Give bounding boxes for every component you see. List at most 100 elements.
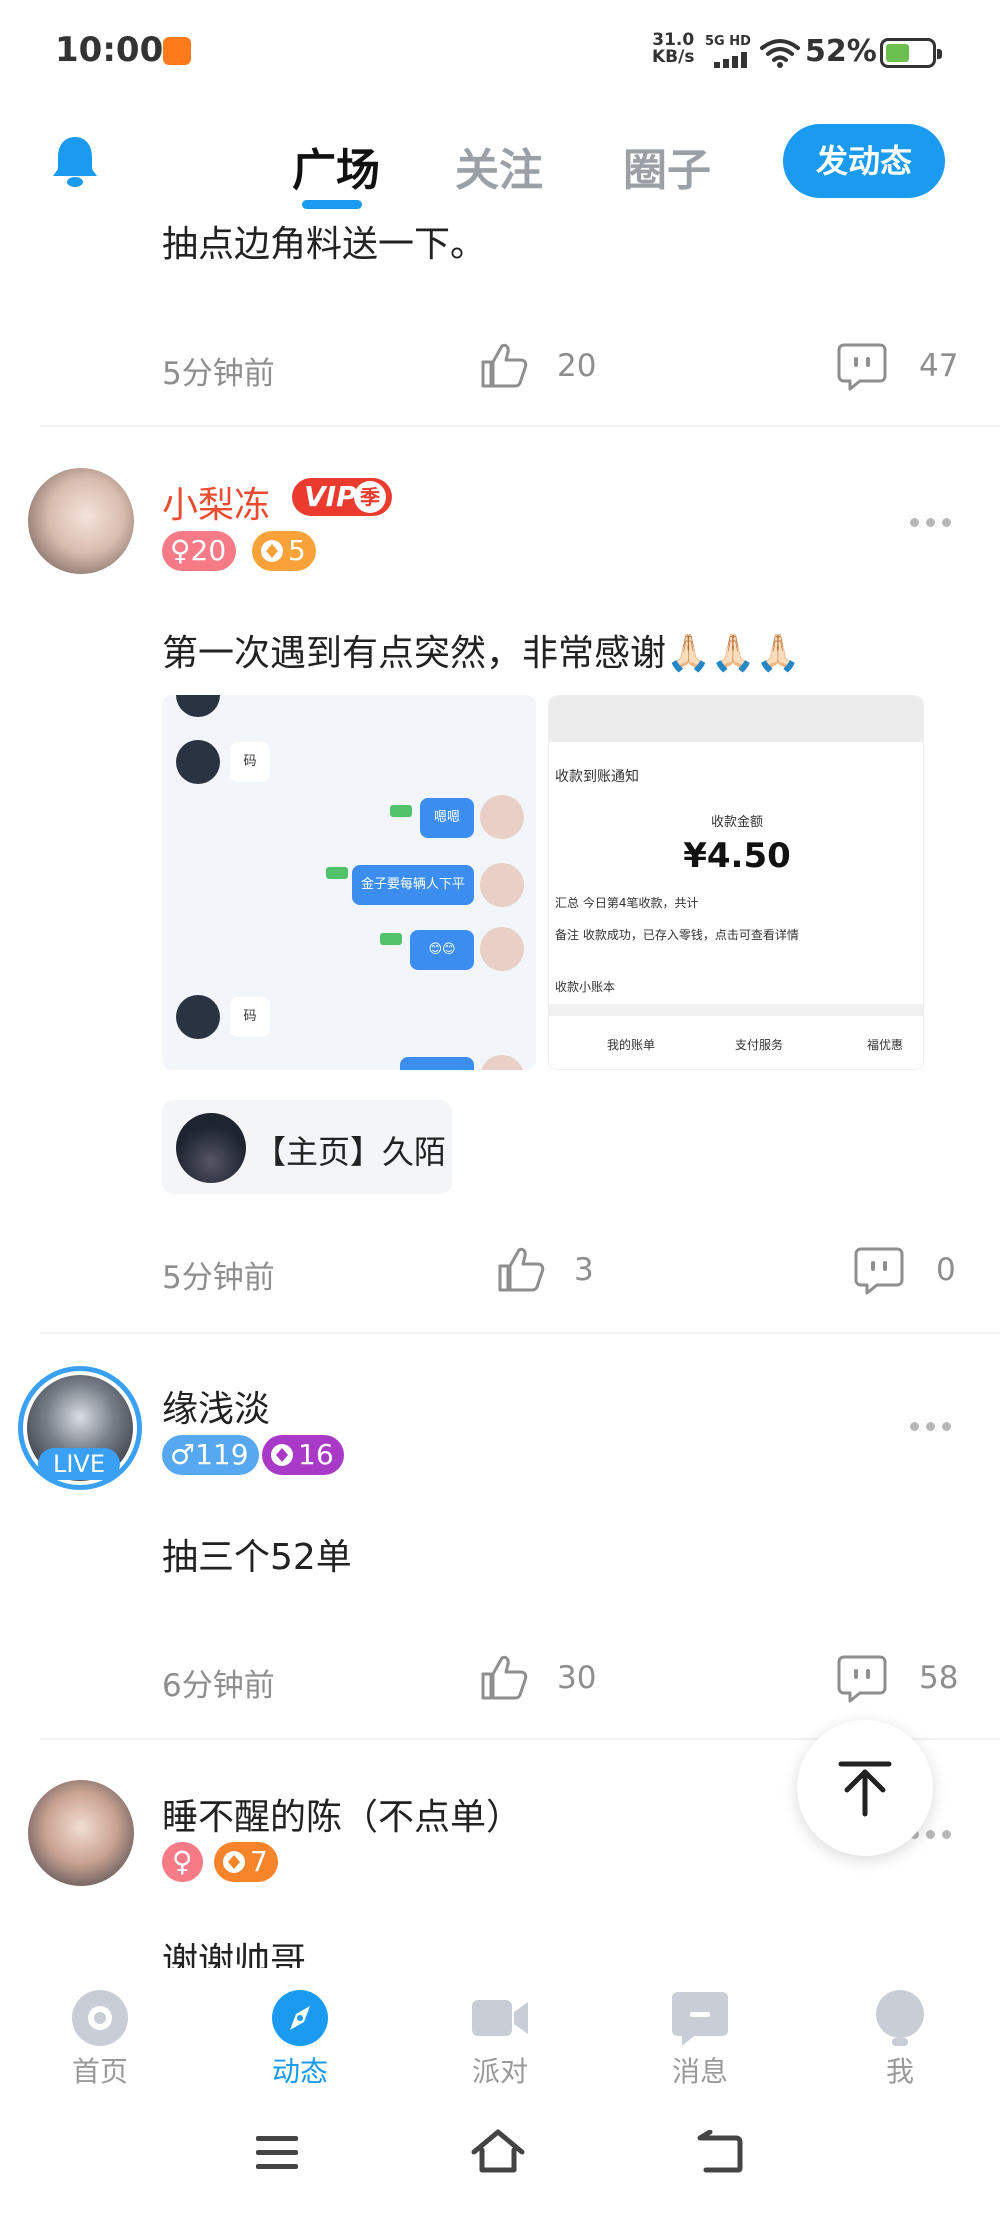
- level-value: 16: [298, 1438, 334, 1471]
- pay-header: [549, 696, 923, 742]
- comment-count: 47: [919, 348, 959, 384]
- chat-screenshot-image[interactable]: 码 嗯嗯 金子要每辆人下平 😊😊 码: [162, 695, 536, 1070]
- gold-badge: 5: [252, 531, 316, 571]
- signal-icon: [714, 52, 750, 68]
- network-type: 5G HD: [705, 34, 751, 49]
- comment-count: 0: [936, 1252, 956, 1288]
- tab-circle[interactable]: 圈子: [623, 134, 711, 198]
- chat-bubble: [400, 1057, 474, 1070]
- gold-badge: 7: [214, 1842, 278, 1882]
- compass-icon: [272, 1990, 328, 2046]
- home-button-icon[interactable]: [470, 2128, 526, 2174]
- gender-badge: ♀: [162, 1842, 203, 1882]
- like-icon[interactable]: [478, 340, 528, 390]
- pay-footer-item: 福优惠: [867, 1038, 904, 1052]
- gender-badge: ♀20: [162, 531, 237, 571]
- vip-badge: VIP 季: [292, 478, 392, 516]
- nav-me[interactable]: 我: [840, 1968, 960, 2088]
- comment-icon[interactable]: [853, 1244, 905, 1296]
- chat-avatar: [176, 995, 220, 1039]
- active-tab-indicator: [302, 200, 362, 209]
- divider: [40, 425, 1000, 427]
- network-speed: 31.0 KB/s: [652, 32, 694, 66]
- nav-party[interactable]: 派对: [440, 1968, 560, 2088]
- chat-tag: [390, 805, 412, 817]
- nav-label: 消息: [671, 2055, 728, 2088]
- link-avatar: [176, 1113, 246, 1183]
- post-text: 第一次遇到有点突然，非常感谢🙏🏻🙏🏻🙏🏻: [162, 633, 801, 674]
- chat-avatar: [176, 740, 220, 784]
- bell-icon[interactable]: [50, 133, 100, 189]
- chat-avatar: [480, 927, 524, 971]
- pay-book: 收款小账本: [555, 980, 616, 994]
- chat-avatar: [176, 695, 220, 717]
- like-icon[interactable]: [478, 1652, 528, 1702]
- nav-label: 派对: [471, 2055, 528, 2088]
- chat-bubble: 金子要每辆人下平: [352, 865, 474, 905]
- like-count: 3: [574, 1252, 594, 1288]
- pay-footer-item: 我的账单: [607, 1038, 656, 1052]
- link-text: 【主页】久陌: [254, 1133, 447, 1171]
- scroll-to-top-button[interactable]: [797, 1720, 933, 1856]
- nav-home[interactable]: 首页: [40, 1968, 160, 2088]
- comment-icon[interactable]: [836, 1652, 888, 1704]
- tab-square[interactable]: 广场: [292, 134, 380, 198]
- battery-percent: 52%: [805, 34, 877, 69]
- chat-tag: [380, 933, 402, 945]
- video-camera-icon: [472, 2000, 528, 2036]
- post-text: 抽点边角料送一下。: [162, 224, 487, 265]
- username[interactable]: 睡不醒的陈（不点单）: [162, 1788, 522, 1840]
- speed-unit: KB/s: [652, 47, 695, 67]
- like-icon[interactable]: [495, 1244, 545, 1294]
- chat-bubble: 码: [230, 997, 270, 1037]
- diamond-icon: [223, 1851, 245, 1873]
- chat-bubble: 码: [230, 742, 270, 782]
- avatar[interactable]: [28, 468, 134, 574]
- pay-amount: ¥4.50: [683, 836, 791, 876]
- wifi-icon: [760, 39, 800, 68]
- chat-bubble: 嗯嗯: [420, 798, 474, 838]
- avatar[interactable]: [28, 1780, 134, 1886]
- arrow-up-icon: [838, 1761, 892, 1817]
- pay-remark: 备注 收款成功，已存入零钱，点击可查看详情: [555, 928, 799, 942]
- post-time: 5分钟前: [162, 356, 275, 392]
- pay-notice: 收款到账通知: [555, 769, 639, 785]
- diamond-icon: [261, 540, 283, 562]
- bottom-nav: 首页 动态 派对 消息 我: [0, 1968, 1000, 2088]
- homepage-link-card[interactable]: 【主页】久陌: [162, 1100, 452, 1194]
- pay-separator: [549, 1004, 923, 1016]
- comment-icon[interactable]: [836, 340, 888, 392]
- gender-badge: ♂119: [162, 1435, 259, 1475]
- like-count: 20: [557, 348, 597, 384]
- post-text: 抽三个52单: [162, 1537, 352, 1578]
- chat-bubble: 😊😊: [410, 930, 474, 970]
- username[interactable]: 缘浅淡: [162, 1380, 270, 1432]
- pay-total-label: 收款金额: [710, 815, 763, 830]
- status-bar: 10:00 31.0 KB/s 5G HD 52%: [0, 0, 1000, 100]
- like-count: 30: [557, 1660, 597, 1696]
- post-time: 6分钟前: [162, 1668, 275, 1704]
- home-icon: [72, 1990, 128, 2046]
- nav-feed[interactable]: 动态: [240, 1968, 360, 2088]
- gold-value: 7: [250, 1845, 268, 1878]
- nav-label: 动态: [271, 2055, 328, 2088]
- back-icon[interactable]: [696, 2130, 744, 2174]
- nav-label: 我: [885, 2055, 914, 2088]
- gold-value: 5: [288, 534, 306, 567]
- chat-avatar: [480, 795, 524, 839]
- tab-follow[interactable]: 关注: [455, 134, 543, 198]
- notification-app-icon: [163, 37, 191, 65]
- system-nav-bar: [0, 2110, 1000, 2222]
- username[interactable]: 小梨冻: [162, 476, 270, 528]
- more-icon[interactable]: [910, 1422, 954, 1434]
- profile-icon: [876, 1990, 924, 2046]
- nav-messages[interactable]: 消息: [640, 1968, 760, 2088]
- menu-icon[interactable]: [254, 2132, 300, 2172]
- pay-summary: 汇总 今日第4笔收款，共计: [555, 896, 699, 910]
- chat-avatar: [480, 1055, 524, 1070]
- pay-footer-item: 支付服务: [735, 1038, 784, 1052]
- payment-screenshot-image[interactable]: 收款到账通知 收款金额 ¥4.50 汇总 今日第4笔收款，共计 备注 收款成功，…: [548, 695, 924, 1070]
- comment-count: 58: [919, 1660, 959, 1696]
- post-button[interactable]: 发动态: [783, 124, 945, 198]
- more-icon[interactable]: [910, 518, 954, 530]
